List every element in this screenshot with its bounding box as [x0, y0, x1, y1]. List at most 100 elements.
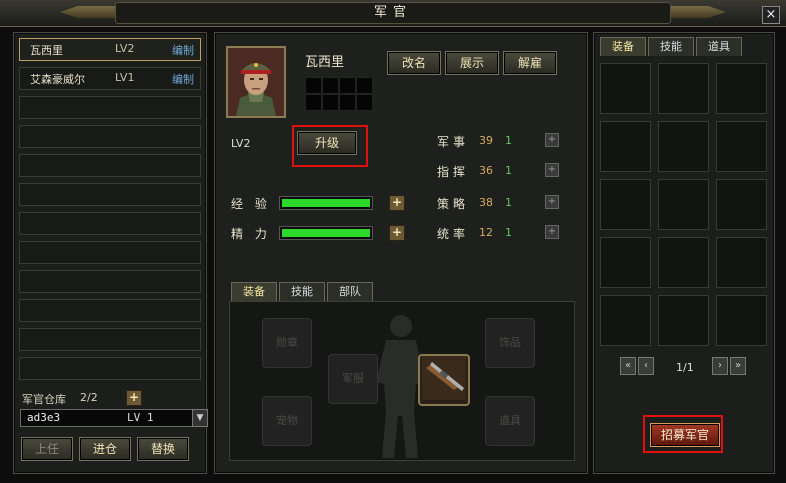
page-indicator: 1/1 — [676, 361, 694, 374]
inventory-cell[interactable] — [658, 295, 709, 346]
attr-military-plus-button[interactable]: + — [545, 133, 559, 147]
attr-military-bonus: 1 — [505, 134, 512, 147]
officer-level: LV1 — [115, 71, 135, 84]
edit-link[interactable]: 编制 — [172, 71, 194, 87]
attr-command-bonus: 1 — [505, 164, 512, 177]
attr-command-plus-button[interactable]: + — [545, 163, 559, 177]
energy-plus-button[interactable]: + — [389, 225, 405, 241]
tab-skills[interactable]: 技能 — [279, 282, 325, 301]
pet-slot[interactable]: 宠物 — [262, 396, 312, 446]
uniform-slot[interactable]: 军服 — [328, 354, 378, 404]
exp-plus-button[interactable]: + — [389, 195, 405, 211]
energy-label: 精 力 — [231, 227, 271, 241]
recruit-officer-button[interactable]: 招募军官 — [650, 423, 720, 447]
empty-row — [19, 183, 201, 206]
rename-button[interactable]: 改名 — [387, 51, 441, 75]
medal-slot[interactable]: 勋章 — [262, 318, 312, 368]
tab-inv-skills[interactable]: 技能 — [648, 37, 694, 56]
officer-level: LV2 — [115, 42, 135, 55]
enter-warehouse-button[interactable]: 进仓 — [79, 437, 131, 461]
mini-slot — [305, 77, 322, 94]
inventory-cell[interactable] — [716, 237, 767, 288]
empty-row — [19, 212, 201, 235]
upgrade-button[interactable]: 升级 — [297, 131, 357, 155]
inventory-cell[interactable] — [716, 295, 767, 346]
mini-slot — [339, 94, 356, 111]
mini-slot — [322, 77, 339, 94]
select-value: ad3e3 — [27, 411, 61, 424]
officer-portrait — [226, 46, 286, 118]
attr-strategy-bonus: 1 — [505, 196, 512, 209]
tab-inv-items[interactable]: 道具 — [696, 37, 742, 56]
empty-row — [19, 241, 201, 264]
officer-detail-panel: 瓦西里 改名 展示 解雇 LV2 升级 经 验 + 精 力 + 军事 39 1 … — [214, 32, 588, 474]
weapon-slot[interactable] — [418, 354, 470, 406]
display-button[interactable]: 展示 — [445, 51, 499, 75]
attr-strategy-plus-button[interactable]: + — [545, 195, 559, 209]
inventory-cell[interactable] — [600, 121, 651, 172]
officer-row-0[interactable]: 瓦西里 LV2 编制 — [19, 38, 201, 61]
officer-name-title: 瓦西里 — [305, 55, 345, 70]
tool-slot[interactable]: 道具 — [485, 396, 535, 446]
empty-row — [19, 299, 201, 322]
mini-slot — [356, 77, 373, 94]
attr-strategy-label: 策略 — [437, 197, 470, 211]
inventory-cell[interactable] — [600, 237, 651, 288]
inventory-cell[interactable] — [716, 179, 767, 230]
appoint-button[interactable]: 上任 — [21, 437, 73, 461]
tab-troops[interactable]: 部队 — [327, 282, 373, 301]
close-button[interactable]: × — [762, 6, 780, 24]
chevron-down-icon[interactable]: ▼ — [192, 409, 208, 427]
inventory-cell[interactable] — [600, 179, 651, 230]
officer-row-1[interactable]: 艾森豪威尔 LV1 编制 — [19, 67, 201, 90]
first-page-button[interactable]: « — [620, 357, 636, 375]
prev-page-button[interactable]: ‹ — [638, 357, 654, 375]
level-label: LV2 — [231, 137, 251, 150]
rifle-icon — [422, 356, 466, 400]
skill-mini-slots — [305, 77, 375, 111]
title-bar: 军官 — [0, 0, 786, 27]
inventory-cell[interactable] — [658, 179, 709, 230]
inventory-cell[interactable] — [716, 121, 767, 172]
attr-leadership-label: 统率 — [437, 227, 470, 241]
inventory-panel: 装备 技能 道具 « ‹ 1/1 › » 招募军官 — [593, 32, 775, 474]
warehouse-count: 2/2 — [80, 391, 98, 404]
inventory-cell[interactable] — [658, 121, 709, 172]
dismiss-button[interactable]: 解雇 — [503, 51, 557, 75]
attr-command-value: 36 — [479, 164, 493, 177]
attr-military-value: 39 — [479, 134, 493, 147]
portrait-image — [228, 48, 284, 116]
tab-inv-equipment[interactable]: 装备 — [600, 37, 646, 56]
edit-link[interactable]: 编制 — [172, 42, 194, 58]
officer-select[interactable]: ad3e3 LV 1 — [20, 409, 194, 427]
energy-bar — [279, 226, 373, 240]
select-level: LV 1 — [127, 411, 154, 424]
attr-military-label: 军事 — [437, 135, 470, 149]
jewel-slot[interactable]: 饰品 — [485, 318, 535, 368]
warehouse-label: 军官仓库 — [22, 393, 66, 406]
officer-list-panel: 瓦西里 LV2 编制 艾森豪威尔 LV1 编制 军官仓库 2/2 + ad3e3… — [13, 32, 208, 474]
inventory-cell[interactable] — [658, 237, 709, 288]
empty-row — [19, 96, 201, 119]
inventory-cell[interactable] — [600, 63, 651, 114]
mini-slot — [305, 94, 322, 111]
next-page-button[interactable]: › — [712, 357, 728, 375]
tab-equipment[interactable]: 装备 — [231, 282, 277, 301]
inventory-cell[interactable] — [716, 63, 767, 114]
attr-leadership-plus-button[interactable]: + — [545, 225, 559, 239]
empty-row — [19, 328, 201, 351]
empty-row — [19, 125, 201, 148]
exp-bar — [279, 196, 373, 210]
window-title: 军官 — [115, 2, 671, 24]
replace-button[interactable]: 替换 — [137, 437, 189, 461]
expand-warehouse-button[interactable]: + — [126, 390, 142, 406]
attr-leadership-value: 12 — [479, 226, 493, 239]
inventory-cell[interactable] — [658, 63, 709, 114]
mini-slot — [339, 77, 356, 94]
exp-bar-fill — [282, 199, 370, 207]
inventory-cell[interactable] — [600, 295, 651, 346]
attr-leadership-bonus: 1 — [505, 226, 512, 239]
last-page-button[interactable]: » — [730, 357, 746, 375]
equipment-area: 勋章 饰品 军服 宠物 道具 — [229, 301, 575, 461]
mini-slot — [356, 94, 373, 111]
